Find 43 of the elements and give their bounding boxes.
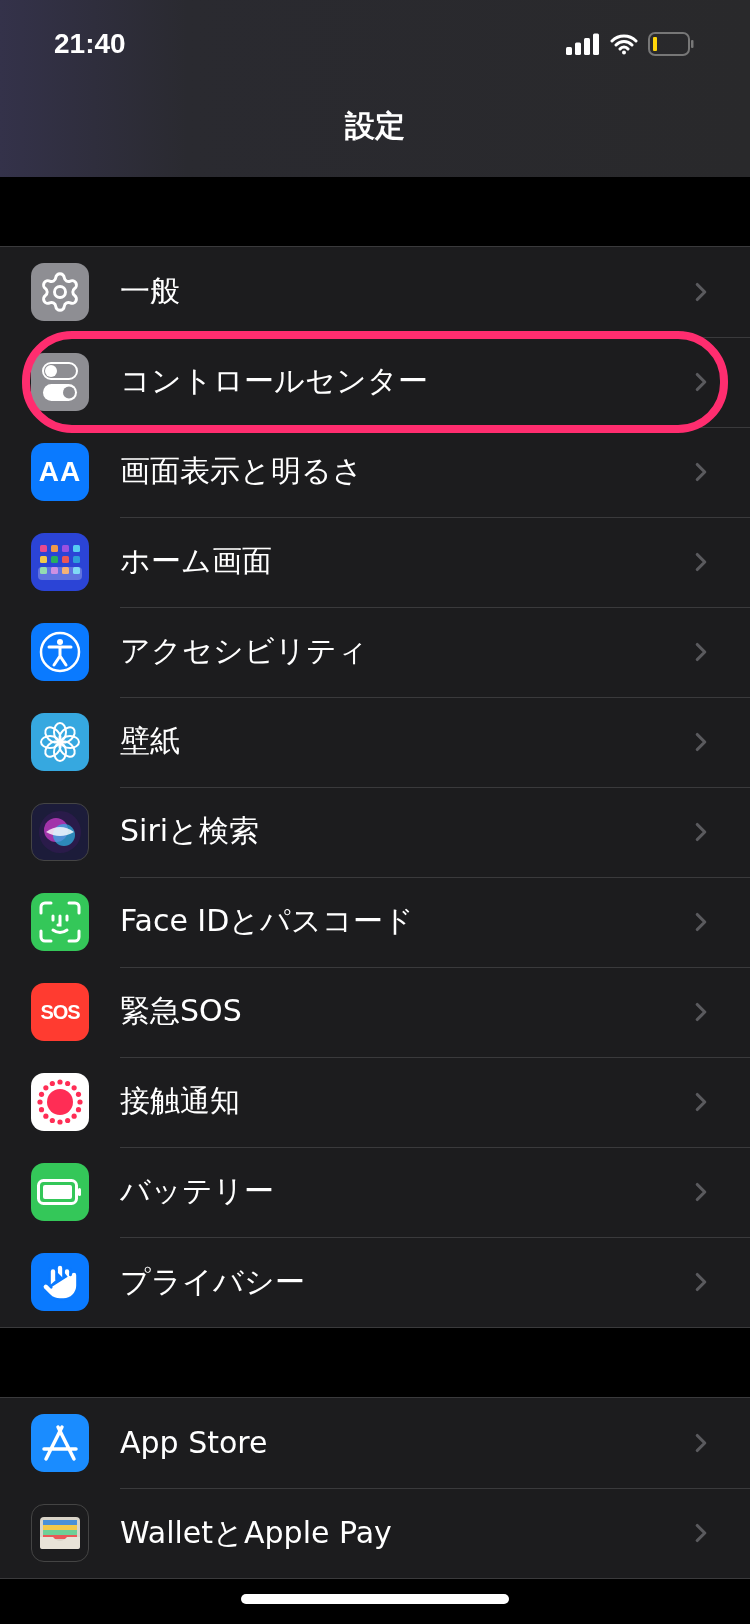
settings-row[interactable]: 一般 — [0, 247, 750, 337]
row-label: 壁紙 — [120, 722, 180, 760]
row-label: 画面表示と明るさ — [120, 452, 363, 490]
flower-icon — [39, 721, 81, 763]
status-time: 21:40 — [54, 28, 126, 60]
settings-row[interactable]: Siriと検索 — [0, 787, 750, 877]
toggle-icon — [42, 362, 78, 402]
accessibility-icon — [38, 630, 82, 674]
battery-icon — [37, 1179, 83, 1205]
row-label: バッテリー — [120, 1172, 274, 1210]
app-grid-icon — [37, 542, 83, 582]
icon-text: AA — [38, 456, 82, 488]
settings-row[interactable]: 壁紙 — [0, 697, 750, 787]
wifi-icon — [610, 33, 638, 55]
page-title: 設定 — [345, 107, 405, 145]
row-label: Face IDとパスコード — [120, 902, 415, 940]
wallet-icon — [38, 1515, 82, 1551]
row-label: ホーム画面 — [120, 542, 272, 580]
battery-status-icon — [648, 32, 694, 56]
row-label: 接触通知 — [120, 1082, 240, 1120]
settings-row[interactable]: 接触通知 — [0, 1057, 750, 1147]
settings-row[interactable]: Face IDとパスコード — [0, 877, 750, 967]
row-label: アクセシビリティ — [120, 632, 368, 670]
row-label: Siriと検索 — [120, 812, 260, 850]
row-label: 一般 — [120, 272, 180, 310]
app-store-icon — [40, 1423, 80, 1463]
row-label: App Store — [120, 1425, 268, 1460]
row-label: コントロールセンター — [120, 362, 428, 400]
signal-icon — [566, 33, 600, 55]
row-label: WalletとApple Pay — [120, 1513, 392, 1552]
settings-row[interactable]: コントロールセンター — [0, 337, 750, 427]
row-label: プライバシー — [120, 1262, 305, 1301]
icon-text: SOS — [40, 1000, 80, 1024]
settings-row[interactable]: アクセシビリティ — [0, 607, 750, 697]
row-label: 緊急SOS — [120, 992, 242, 1030]
settings-row[interactable]: AA 画面表示と明るさ — [0, 427, 750, 517]
settings-row[interactable]: バッテリー — [0, 1147, 750, 1237]
settings-row[interactable]: SOS 緊急SOS — [0, 967, 750, 1057]
face-id-icon — [39, 901, 81, 943]
settings-row[interactable]: ホーム画面 — [0, 517, 750, 607]
settings-row[interactable]: App Store — [0, 1398, 750, 1488]
settings-row[interactable]: プライバシー — [0, 1237, 750, 1327]
settings-row[interactable]: WalletとApple Pay — [0, 1488, 750, 1578]
